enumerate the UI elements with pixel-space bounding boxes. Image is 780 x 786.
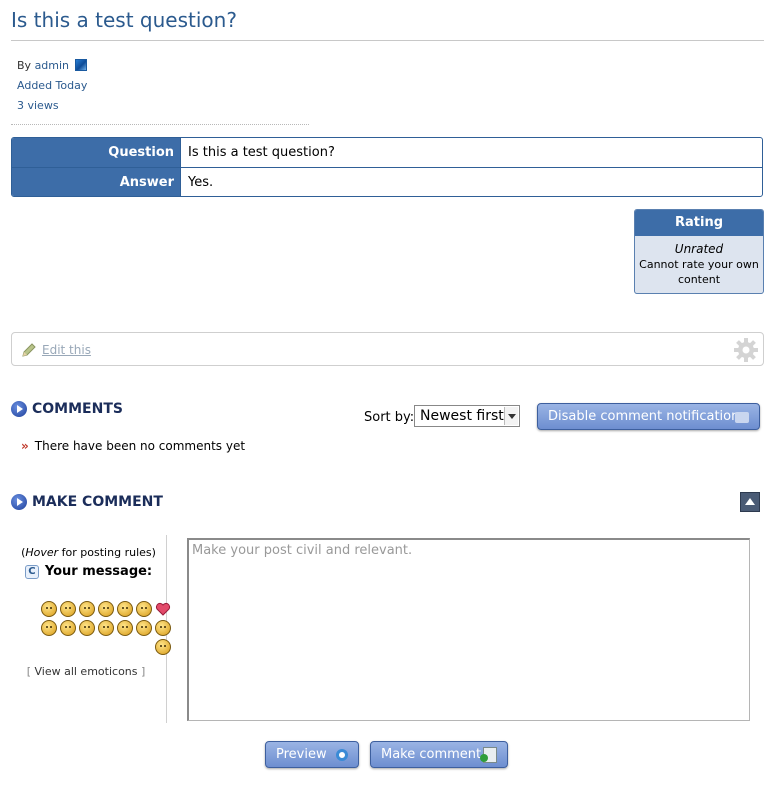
author-line: By admin <box>17 58 87 78</box>
comments-heading: COMMENTS <box>11 401 123 417</box>
play-bullet-icon <box>11 494 27 510</box>
comments-heading-text: COMMENTS <box>32 401 123 417</box>
added-date: Added Today <box>17 79 88 92</box>
sort-label: Sort by: <box>364 410 415 425</box>
preview-button[interactable]: Preview <box>265 741 359 768</box>
your-message-label: C Your message: <box>11 564 166 579</box>
emoticon-grid <box>23 601 171 655</box>
emoticon-icon[interactable] <box>41 601 57 617</box>
comment-add-icon <box>480 747 497 763</box>
sort-selected-value: Newest first <box>420 408 504 424</box>
emoticon-icon[interactable] <box>79 601 95 617</box>
make-comment-heading: MAKE COMMENT <box>11 494 163 510</box>
collapse-up-icon[interactable] <box>740 492 760 512</box>
double-chevron-icon: » <box>21 439 29 453</box>
page-title: Is this a test question? <box>11 8 237 32</box>
view-all-emoticons-link[interactable]: View all emoticons <box>34 665 137 678</box>
admin-badge-icon <box>74 59 87 71</box>
your-message-text: Your message: <box>44 564 153 579</box>
bracket-close: ] <box>137 665 146 678</box>
comment-textarea[interactable]: Make your post civil and relevant. <box>187 538 750 721</box>
question-value: Is this a test question? <box>180 138 762 167</box>
emoticon-icon[interactable] <box>79 620 95 636</box>
preview-label: Preview <box>276 747 327 762</box>
question-label: Question <box>12 138 180 167</box>
preview-icon <box>336 749 348 761</box>
emoticon-icon[interactable] <box>98 620 114 636</box>
rating-box: Rating Unrated Cannot rate your own cont… <box>634 209 764 294</box>
question-answer-table: Question Is this a test question? Answer… <box>11 137 763 197</box>
comment-posting-panel: (Hover for posting rules) C Your message… <box>11 535 171 723</box>
heart-emoticon-icon[interactable] <box>155 601 171 617</box>
hover-word: Hover <box>25 546 59 559</box>
make-comment-button[interactable]: Make comment <box>370 741 508 768</box>
answer-label: Answer <box>12 168 180 196</box>
question-row: Question Is this a test question? <box>12 138 762 167</box>
edit-bar: Edit this <box>11 332 764 366</box>
author-link[interactable]: admin <box>35 59 69 72</box>
gear-icon[interactable] <box>733 337 759 363</box>
comcode-icon: C <box>24 564 39 579</box>
content-meta: By admin Added Today 3 views <box>17 58 87 118</box>
disable-notifications-label: Disable comment notifications <box>548 409 747 424</box>
view-count: 3 views <box>17 99 59 112</box>
emoticon-icon[interactable] <box>117 620 133 636</box>
emoticon-icon[interactable] <box>98 601 114 617</box>
megaphone-icon <box>735 412 749 423</box>
answer-row: Answer Yes. <box>12 167 762 196</box>
answer-value: Yes. <box>180 168 762 196</box>
rating-header: Rating <box>635 210 763 236</box>
comment-placeholder: Make your post civil and relevant. <box>192 543 413 558</box>
no-comments-message: » There have been no comments yet <box>21 439 245 453</box>
emoticon-icon[interactable] <box>60 601 76 617</box>
chevron-down-icon <box>504 407 518 425</box>
make-comment-label: Make comment <box>381 747 482 762</box>
make-comment-heading-text: MAKE COMMENT <box>32 494 163 510</box>
emoticon-icon[interactable] <box>60 620 76 636</box>
title-divider <box>11 40 764 41</box>
no-comments-text: There have been no comments yet <box>34 439 246 453</box>
rating-note: Cannot rate your own content <box>639 258 759 286</box>
meta-divider <box>11 124 309 125</box>
sort-select[interactable]: Newest first <box>414 405 520 427</box>
posting-rules-text: for posting rules <box>58 546 152 559</box>
emoticon-icon[interactable] <box>155 639 171 655</box>
emoticon-icon[interactable] <box>117 601 133 617</box>
play-bullet-icon <box>11 401 27 417</box>
disable-notifications-button[interactable]: Disable comment notifications <box>537 403 760 430</box>
emoticon-icon[interactable] <box>41 620 57 636</box>
pencil-icon <box>22 343 36 357</box>
by-label: By <box>17 59 32 72</box>
view-all-emoticons: [ View all emoticons ] <box>11 665 161 678</box>
rating-status: Unrated <box>674 242 724 256</box>
emoticon-icon[interactable] <box>136 601 152 617</box>
posting-rules-hint[interactable]: (Hover for posting rules) <box>11 546 166 559</box>
emoticon-icon[interactable] <box>136 620 152 636</box>
edit-this-link[interactable]: Edit this <box>42 343 91 357</box>
emoticon-icon[interactable] <box>155 620 171 636</box>
